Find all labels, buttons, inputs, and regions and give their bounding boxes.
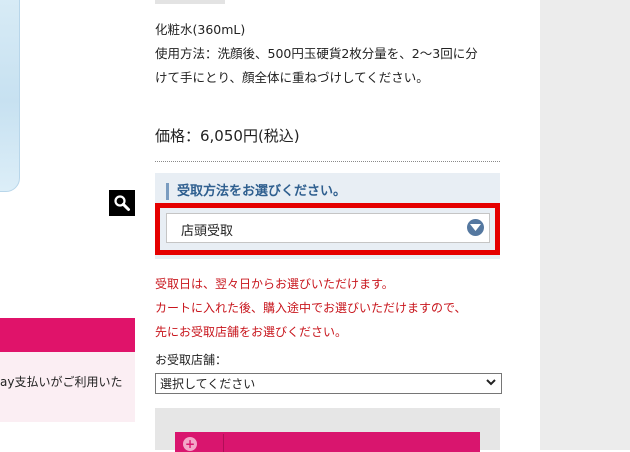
product-name: 化粧水(360mL) xyxy=(155,22,246,37)
product-image xyxy=(0,0,20,192)
pickup-method-heading: 受取方法をお選びください。 xyxy=(166,183,346,200)
store-select[interactable]: 選択してください xyxy=(155,373,502,394)
chevron-down-icon xyxy=(467,219,484,236)
top-divider xyxy=(155,0,225,4)
usage-line-1: 使用方法：洗顔後、500円玉硬貨2枚分量を、2～3回に分 xyxy=(155,46,478,61)
payment-info-text: ay支払いがご利用いた xyxy=(0,375,123,389)
store-select-value: 選択してください xyxy=(160,377,256,391)
product-price: 価格：6,050円(税込) xyxy=(155,127,300,145)
pickup-notice: 受取日は、翌々日からお選びいただけます。 カートに入れた後、購入途中でお選びいた… xyxy=(155,272,467,344)
add-to-cart-button[interactable]: + xyxy=(175,432,480,452)
payment-banner xyxy=(0,318,135,352)
product-description: 化粧水(360mL) 使用方法：洗顔後、500円玉硬貨2枚分量を、2～3回に分 … xyxy=(155,18,515,90)
usage-line-2: けて手にとり、顔全体に重ねづけしてください。 xyxy=(155,70,429,85)
plus-icon: + xyxy=(183,437,197,451)
notice-line-2: カートに入れた後、購入途中でお選びいただけますので、 xyxy=(155,301,467,315)
price-divider xyxy=(155,161,500,162)
search-icon xyxy=(114,195,130,211)
chevron-down-icon xyxy=(486,379,496,386)
store-select-label: お受取店舗： xyxy=(155,353,228,367)
notice-line-1: 受取日は、翌々日からお選びいただけます。 xyxy=(155,277,394,291)
right-sidebar-background xyxy=(540,0,630,450)
pickup-method-value: 店頭受取 xyxy=(181,224,234,239)
pickup-method-select[interactable]: 店頭受取 xyxy=(166,213,490,243)
cart-button-divider xyxy=(223,434,224,452)
zoom-button[interactable] xyxy=(109,190,135,216)
notice-line-3: 先にお受取店舗をお選びください。 xyxy=(155,325,348,339)
